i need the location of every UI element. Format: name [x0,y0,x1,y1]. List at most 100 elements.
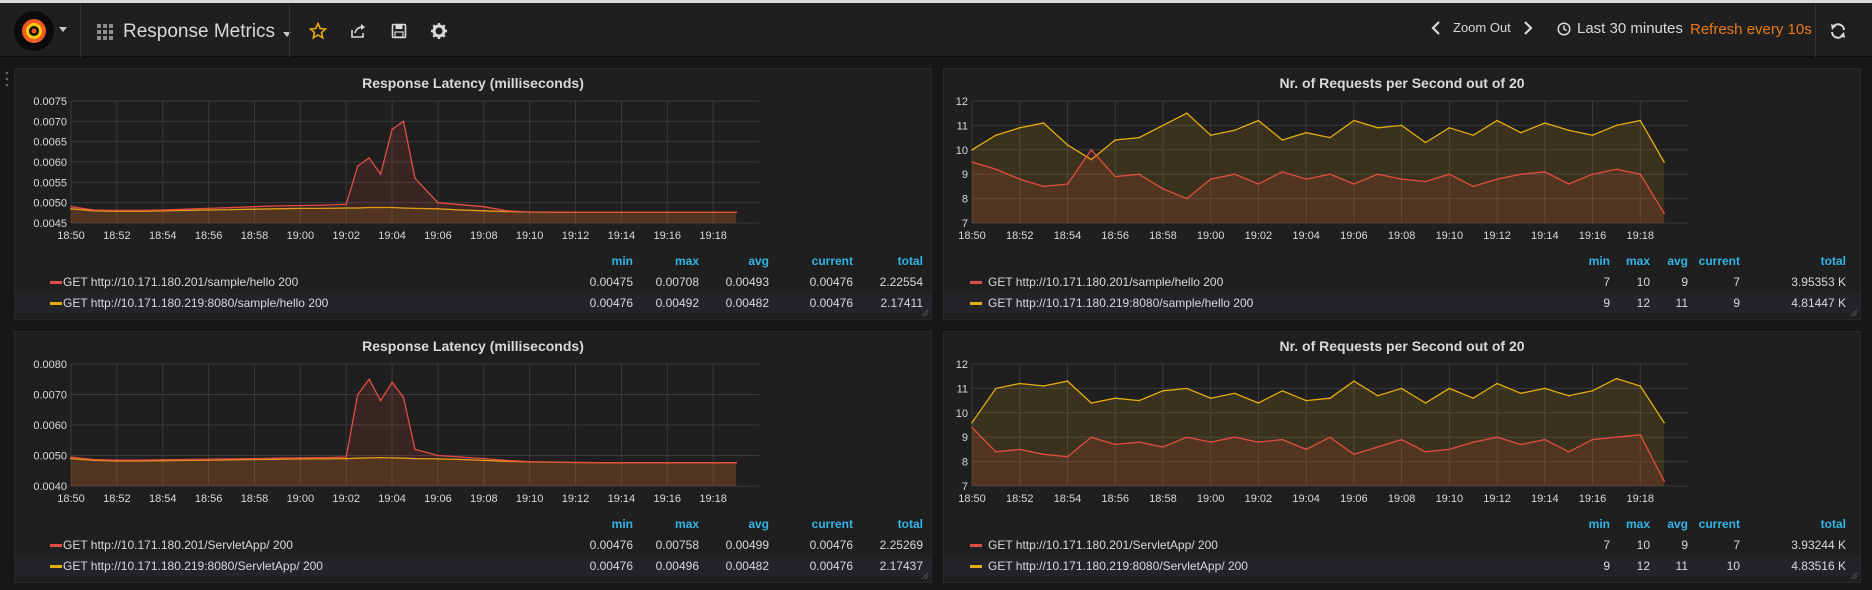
data-point [1186,387,1188,390]
legend-header-max[interactable]: max [639,254,699,268]
legend-series-name[interactable]: GET http://10.171.180.201/ServletApp/ 20… [63,538,293,552]
data-point [528,460,531,463]
y-tick-label: 8 [962,194,968,206]
legend-max: 10 [1636,275,1650,289]
legend-header-avg[interactable]: avg [709,517,769,531]
legend-series-name[interactable]: GET http://10.171.180.219:8080/ServletAp… [63,559,323,573]
refresh-interval-label[interactable]: Refresh every 10s [1690,21,1812,38]
legend-header-max[interactable]: max [1610,517,1650,531]
data-point [1186,197,1188,200]
panel-resize-handle-icon[interactable] [919,307,929,317]
data-point [391,128,393,131]
x-tick-label: 18:54 [149,230,177,242]
legend-row[interactable]: GET http://10.171.180.201/ServletApp/ 20… [15,535,931,555]
chevron-right-icon[interactable] [1523,20,1533,35]
legend-row[interactable]: GET http://10.171.180.219:8080/ServletAp… [944,556,1860,576]
series-swatch-yellow[interactable] [50,565,62,568]
chevron-left-icon[interactable] [1431,20,1441,35]
data-point [1257,119,1260,122]
x-tick-label: 19:14 [608,493,636,505]
x-tick-label: 18:56 [195,230,223,242]
data-point [253,205,256,208]
x-tick-label: 19:00 [287,230,315,242]
data-point [1544,122,1546,124]
legend-header-current[interactable]: current [783,517,853,531]
data-point [995,451,997,453]
data-point [1615,124,1618,127]
time-picker[interactable]: Last 30 minutes [1557,20,1683,37]
legend-header-current[interactable]: current [1680,254,1740,268]
legend-header-min[interactable]: min [573,254,633,268]
series-swatch-red[interactable] [50,281,62,284]
refresh-icon[interactable] [1829,22,1847,40]
data-point [1424,141,1427,144]
legend-header-current[interactable]: current [783,254,853,268]
grafana-logo-icon[interactable] [14,11,54,51]
legend-row[interactable]: GET http://10.171.180.201/sample/hello 2… [15,272,931,292]
legend-row[interactable]: GET http://10.171.180.219:8080/sample/he… [15,293,931,313]
legend-header-total[interactable]: total [1776,517,1846,531]
series-swatch-red[interactable] [50,544,62,547]
panel-resize-handle-icon[interactable] [919,570,929,580]
series-swatch-red[interactable] [970,544,982,547]
gear-icon[interactable] [430,22,448,40]
legend-header-max[interactable]: max [1610,254,1650,268]
data-point [971,161,973,163]
legend-header-total[interactable]: total [863,254,923,268]
panel-requests-per-second-hello: Nr. of Requests per Second out of 20 789… [943,68,1861,320]
data-point [1257,441,1260,443]
series-swatch-yellow[interactable] [970,302,982,305]
x-tick-label: 19:10 [1436,230,1464,242]
legend-total: 2.22554 [879,275,923,289]
series-swatch-yellow[interactable] [970,565,982,568]
star-icon[interactable] [309,22,327,40]
legend-header-current[interactable]: current [1680,517,1740,531]
navbar-divider [80,3,81,57]
legend-total: 2.17411 [880,296,924,310]
legend-row[interactable]: GET http://10.171.180.219:8080/ServletAp… [15,556,931,576]
panel-resize-handle-icon[interactable] [1848,307,1858,317]
legend-max: 12 [1636,559,1650,573]
legend-series-name[interactable]: GET http://10.171.180.201/sample/hello 2… [988,275,1223,289]
legend-series-name[interactable]: GET http://10.171.180.201/sample/hello 2… [63,275,298,289]
x-tick-label: 19:06 [1340,493,1368,505]
series-swatch-red[interactable] [970,281,982,284]
legend-header-total[interactable]: total [863,517,923,531]
legend-series-name[interactable]: GET http://10.171.180.219:8080/sample/he… [988,296,1253,310]
legend-header-avg[interactable]: avg [709,254,769,268]
save-icon[interactable] [390,22,408,40]
x-tick-label: 19:06 [424,230,452,242]
data-point [505,210,508,212]
legend-series-name[interactable]: GET http://10.171.180.201/ServletApp/ 20… [988,538,1218,552]
data-point [1615,168,1618,171]
data-point [1520,392,1522,395]
legend-header-min[interactable]: min [1570,517,1610,531]
x-tick-label: 18:50 [57,230,85,242]
legend-row[interactable]: GET http://10.171.180.201/ServletApp/ 20… [944,535,1860,555]
legend-header-max[interactable]: max [639,517,699,531]
row-drag-handle-icon[interactable] [4,70,10,90]
data-point [414,177,416,180]
legend-header-total[interactable]: total [1776,254,1846,268]
data-point [207,458,210,460]
legend-series-name[interactable]: GET http://10.171.180.219:8080/ServletAp… [988,559,1248,573]
zoom-out-button[interactable]: Zoom Out [1453,20,1511,35]
data-point [1376,446,1379,448]
legend-current: 0.00476 [809,296,853,310]
data-point [1376,173,1379,175]
legend-header-min[interactable]: min [573,517,633,531]
chevron-down-icon[interactable] [59,27,67,32]
legend-series-name[interactable]: GET http://10.171.180.219:8080/sample/he… [63,296,328,310]
legend-row[interactable]: GET http://10.171.180.201/sample/hello 2… [944,272,1860,292]
data-point [1663,480,1665,482]
panel-resize-handle-icon[interactable] [1848,570,1858,580]
data-point [1162,124,1164,127]
legend-row[interactable]: GET http://10.171.180.219:8080/sample/he… [944,293,1860,313]
x-tick-label: 19:08 [470,493,498,505]
dashboard-picker[interactable]: Response Metrics [97,17,292,47]
panel-response-latency-hello: Response Latency (milliseconds) 0.0045 0.… [14,68,932,320]
data-point [1424,402,1427,404]
legend-header-min[interactable]: min [1570,254,1610,268]
share-icon[interactable] [349,22,367,40]
series-swatch-yellow[interactable] [50,302,62,305]
